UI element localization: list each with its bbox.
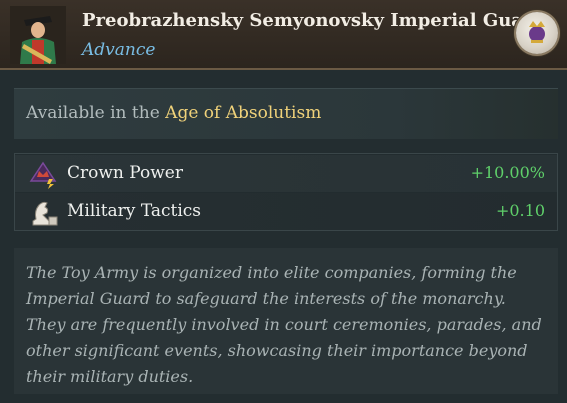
modifier-label: Crown Power bbox=[67, 163, 183, 183]
availability-text: Available in the Age of Absolutism bbox=[26, 103, 321, 123]
tooltip-panel: Preobrazhensky Semyonovsky Imperial Guar… bbox=[0, 0, 567, 403]
modifier-list: Crown Power +10.00% Military Tactics +0.… bbox=[14, 153, 558, 231]
availability-box: Available in the Age of Absolutism bbox=[14, 88, 558, 139]
soldier-portrait-icon bbox=[10, 6, 66, 64]
tooltip-header: Preobrazhensky Semyonovsky Imperial Guar… bbox=[0, 0, 567, 70]
modifier-label: Military Tactics bbox=[67, 201, 202, 221]
modifier-row-crown-power: Crown Power +10.00% bbox=[15, 155, 557, 192]
tooltip-title: Preobrazhensky Semyonovsky Imperial Guar… bbox=[82, 10, 546, 31]
crown-power-icon bbox=[29, 161, 57, 189]
availability-prefix: Available in the bbox=[26, 103, 160, 123]
description-text: The Toy Army is organized into elite com… bbox=[14, 248, 558, 394]
tooltip-subtitle: Advance bbox=[82, 40, 156, 60]
modifier-value: +10.00% bbox=[470, 163, 545, 182]
modifier-row-military-tactics: Military Tactics +0.10 bbox=[15, 193, 557, 230]
royal-emblem-icon bbox=[516, 12, 558, 54]
availability-age: Age of Absolutism bbox=[165, 103, 322, 123]
modifier-value: +0.10 bbox=[495, 201, 545, 220]
military-tactics-icon bbox=[32, 201, 58, 226]
